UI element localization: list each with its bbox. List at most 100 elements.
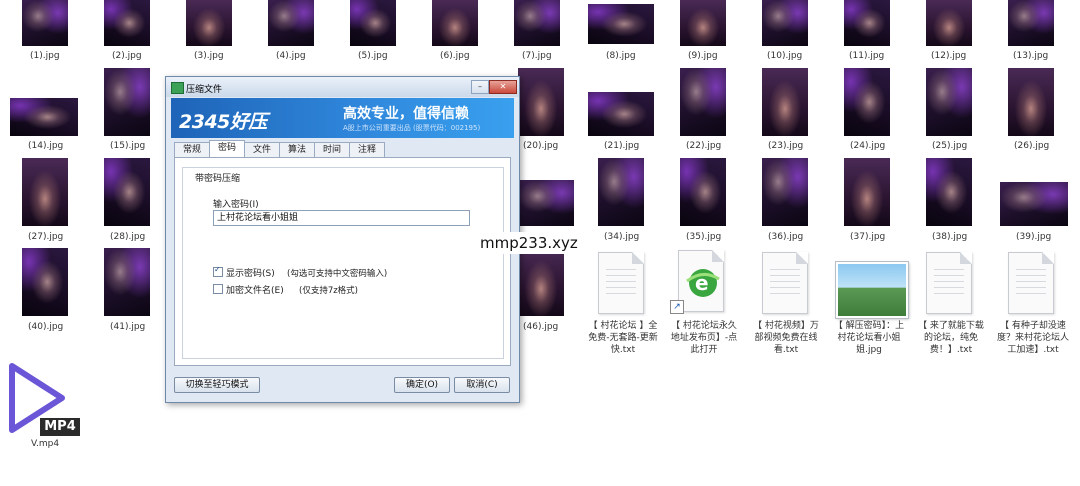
thumbnail-image (350, 0, 396, 46)
tab-time[interactable]: 时间 (314, 142, 350, 157)
file-label: (10).jpg (767, 51, 803, 61)
file-label: (3).jpg (194, 51, 224, 61)
app-icon (171, 82, 184, 94)
image-thumbnail-icon (836, 262, 908, 318)
thumbnail-image (598, 158, 644, 226)
thumbnail-image (10, 98, 78, 136)
encrypt-filenames-checkbox[interactable] (213, 284, 223, 294)
file-label: (27).jpg (28, 232, 64, 242)
file-label: (46).jpg (523, 322, 559, 332)
tab-algorithm[interactable]: 算法 (279, 142, 315, 157)
thumbnail-image (22, 248, 68, 316)
thumbnail-image (762, 68, 808, 136)
thumbnail-image (104, 0, 150, 46)
brand-slogan: 高效专业，值得信赖 (343, 106, 469, 122)
file-label: (5).jpg (358, 51, 388, 61)
compress-dialog: 压缩文件 – ✕ 2345好压 高效专业，值得信赖 A股上市公司重要出品 (股票… (165, 76, 520, 403)
thumbnail-image (104, 248, 150, 316)
file-label: (41).jpg (110, 322, 146, 332)
show-password-label: 显示密码(S) (226, 269, 275, 279)
thumbnail-image (680, 68, 726, 136)
tab-files[interactable]: 文件 (244, 142, 280, 157)
brand-logo: 2345好压 (179, 111, 267, 133)
thumbnail-image (926, 68, 972, 136)
file-label: (40).jpg (28, 322, 64, 332)
file-label: (6).jpg (440, 51, 470, 61)
file-label: (37).jpg (850, 232, 886, 242)
file-label: (28).jpg (110, 232, 146, 242)
thumbnail-image (844, 0, 890, 46)
text-file-icon (598, 252, 644, 314)
file-label: (23).jpg (768, 141, 804, 151)
thumbnail-image (104, 68, 150, 136)
file-label: (21).jpg (604, 141, 640, 151)
file-label: 【 来了就能下载的论坛，纯免费！】.txt (918, 321, 984, 355)
dialog-titlebar[interactable]: 压缩文件 – ✕ (166, 77, 519, 97)
file-label: (34).jpg (604, 232, 640, 242)
password-label: 输入密码(I) (213, 200, 259, 210)
shortcut-arrow-icon: ↗ (670, 300, 684, 314)
ok-button[interactable]: 确定(O) (394, 377, 450, 393)
text-file-icon (762, 252, 808, 314)
file-label: (8).jpg (606, 51, 636, 61)
file-label: (24).jpg (850, 141, 886, 151)
file-label: 【 村花视频】万部视频免费在线看.txt (753, 321, 819, 355)
internet-shortcut-icon: e (678, 250, 724, 312)
close-button[interactable]: ✕ (489, 80, 517, 94)
file-label: (11).jpg (849, 51, 885, 61)
dialog-title: 压缩文件 (186, 85, 223, 95)
show-password-checkbox[interactable] (213, 265, 223, 277)
cancel-button[interactable]: 取消(C) (454, 377, 510, 393)
encrypt-filenames-hint: (仅支持7z格式) (299, 286, 359, 296)
file-label: (26).jpg (1014, 141, 1050, 151)
file-label: V.mp4 (31, 439, 60, 449)
thumbnail-image (680, 158, 726, 226)
tab-comment[interactable]: 注释 (349, 142, 385, 157)
file-label: (14).jpg (28, 141, 64, 151)
thumbnail-image (518, 68, 564, 136)
thumbnail-image (432, 0, 478, 46)
password-group: 带密码压缩 (182, 167, 504, 359)
group-title: 带密码压缩 (193, 171, 243, 184)
file-label: (1).jpg (30, 51, 60, 61)
file-label: 【 村花论坛永久地址发布页】-点此打开 (670, 321, 738, 355)
file-label: (9).jpg (688, 51, 718, 61)
thumbnail-image (680, 0, 726, 46)
thumbnail-image (268, 0, 314, 46)
file-label: (13).jpg (1013, 51, 1049, 61)
watermark-text: mmp233.xyz (474, 232, 584, 254)
thumbnail-image (1008, 68, 1054, 136)
file-label: (12).jpg (931, 51, 967, 61)
thumbnail-image (104, 158, 150, 226)
file-label: (22).jpg (686, 141, 722, 151)
tab-general[interactable]: 常规 (174, 142, 210, 157)
thumbnail-image (514, 0, 560, 46)
thumbnail-image (186, 0, 232, 46)
brand-subline: A股上市公司重要出品 (股票代码：002195) (343, 124, 481, 132)
thumbnail-image (926, 0, 972, 46)
thumbnail-image (844, 158, 890, 226)
file-label: (7).jpg (522, 51, 552, 61)
thumbnail-image (844, 68, 890, 136)
thumbnail-image (588, 4, 654, 44)
file-label: 【 村花论坛 】全免费-无套路-更新快.txt (588, 321, 658, 355)
file-label: (39).jpg (1016, 232, 1052, 242)
show-password-hint: (勾选可支持中文密码输入) (287, 269, 388, 279)
switch-mode-button[interactable]: 切换至轻巧模式 (174, 377, 260, 393)
thumbnail-image (518, 180, 574, 226)
file-label: (25).jpg (932, 141, 968, 151)
minimize-button[interactable]: – (471, 80, 489, 94)
file-label: (36).jpg (768, 232, 804, 242)
file-label: (2).jpg (112, 51, 142, 61)
thumbnail-image (588, 92, 654, 136)
text-file-icon (926, 252, 972, 314)
file-label: (20).jpg (523, 141, 559, 151)
encrypt-filenames-label: 加密文件名(E) (226, 286, 284, 296)
tab-password[interactable]: 密码 (209, 140, 245, 157)
password-input[interactable]: 上村花论坛看小姐姐 (213, 210, 470, 226)
file-label: (38).jpg (932, 232, 968, 242)
thumbnail-image (762, 0, 808, 46)
thumbnail-image (1000, 182, 1068, 226)
text-file-icon (1008, 252, 1054, 314)
thumbnail-image (926, 158, 972, 226)
